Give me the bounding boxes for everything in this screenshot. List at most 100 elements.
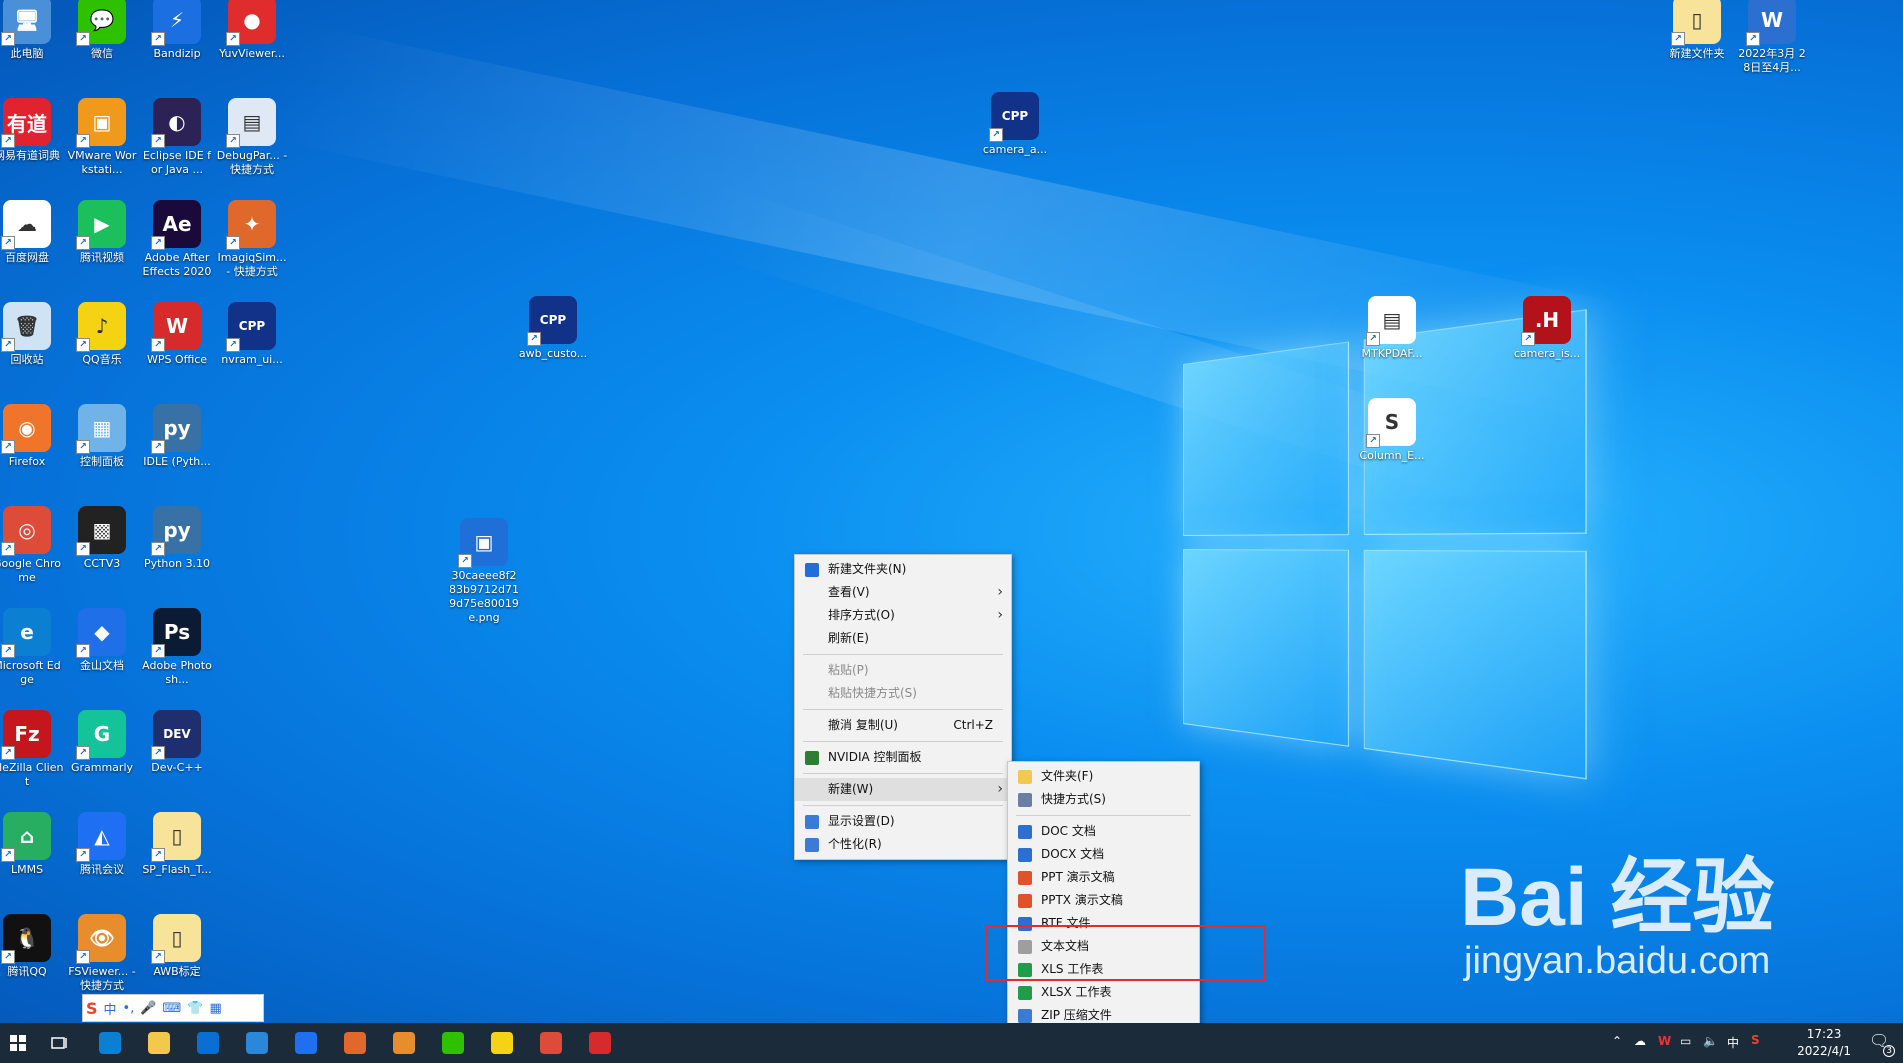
desktop-icon[interactable]: ⌂ ↗ LMMS (0, 812, 64, 877)
desktop-icon[interactable]: ✦ ↗ ImagiqSim... - 快捷方式 (215, 200, 289, 279)
desktop-icon[interactable]: 有道 ↗ 网易有道词典 (0, 98, 64, 163)
desktop-icon[interactable]: W ↗ WPS Office (140, 302, 214, 367)
context-menu-item[interactable]: 新建(W) › (795, 778, 1011, 801)
desktop-icon[interactable]: CPP ↗ camera_a... (978, 92, 1052, 157)
desktop-icon[interactable]: e ↗ Microsoft Edge (0, 608, 64, 687)
desktop-icon[interactable]: CPP ↗ awb_custo... (516, 296, 590, 361)
desktop-icon[interactable]: W ↗ 2022年3月 28日至4月... (1735, 0, 1809, 75)
volume-icon[interactable]: 🔈 (1703, 1034, 1718, 1048)
sogou-icon[interactable]: S (86, 999, 98, 1018)
taskbar-app-file-explorer[interactable] (141, 1027, 177, 1059)
clock[interactable]: 17:23 2022/4/1 (1797, 1026, 1851, 1060)
desktop-icon[interactable]: 🖥 ↗ 此电脑 (0, 0, 64, 61)
new-submenu-item[interactable]: 文件夹(F) (1008, 765, 1199, 788)
desktop-icon[interactable]: ◐ ↗ Eclipse IDE for Java ... (140, 98, 214, 177)
context-menu-item[interactable]: 新建文件夹(N) (795, 558, 1011, 581)
desktop-icon[interactable]: 💬 ↗ 微信 (65, 0, 139, 61)
desktop-icon[interactable]: py ↗ Python 3.10 (140, 506, 214, 571)
shortcut-arrow-icon: ↗ (76, 236, 90, 250)
desktop-icon[interactable]: ▶ ↗ 腾讯视频 (65, 200, 139, 265)
new-submenu-item[interactable]: PPT 演示文稿 (1008, 866, 1199, 889)
task-view-button[interactable] (42, 1027, 78, 1059)
skin-icon[interactable]: 👕 (187, 1001, 203, 1016)
desktop-icon[interactable]: S ↗ Column_E... (1355, 398, 1429, 463)
desktop-icon[interactable]: ◎↗Google Chrome (0, 506, 64, 585)
keyboard-icon[interactable]: ⌨ (163, 1001, 182, 1016)
desktop-icon[interactable]: ▯ ↗ 新建文件夹 (1660, 0, 1734, 61)
shortcut-arrow-icon: ↗ (226, 236, 240, 250)
network-icon[interactable]: ▭ (1680, 1034, 1691, 1048)
desktop-icon[interactable]: ◉ ↗ Firefox (0, 404, 64, 469)
new-submenu-item[interactable]: DOC 文档 (1008, 820, 1199, 843)
notification-center-button[interactable]: 🗨 3 (1869, 1031, 1895, 1057)
context-menu-label: 排序方式(O) (828, 608, 895, 622)
desktop-icon[interactable]: ▦ ↗ 控制面板 (65, 404, 139, 469)
context-menu-item[interactable]: 显示设置(D) (795, 810, 1011, 833)
desktop-icon[interactable]: py ↗ IDLE (Pyth... (140, 404, 214, 469)
desktop-icon[interactable]: Ps ↗ Adobe Photosh... (140, 608, 214, 687)
sogou-tray-icon[interactable]: S (1751, 1033, 1760, 1047)
baidu-watermark: Bai 经验 jingyan.baidu.com (1460, 855, 1774, 982)
desktop-icon[interactable]: ▤ ↗ DebugPar... - 快捷方式 (215, 98, 289, 177)
shortcut-arrow-icon: ↗ (151, 440, 165, 454)
desktop-icon[interactable]: ▯ ↗ SP_Flash_T... (140, 812, 214, 877)
desktop-icon[interactable]: G ↗ Grammarly (65, 710, 139, 775)
start-button[interactable] (0, 1027, 36, 1059)
desktop-icon[interactable]: ▣ ↗ VMware Workstati... (65, 98, 139, 177)
taskbar-app-pc-manager[interactable] (288, 1027, 324, 1059)
taskbar-app-chrome[interactable] (533, 1027, 569, 1059)
taskbar-app-wps[interactable] (582, 1027, 618, 1059)
ime-toolbar[interactable]: S 中 •, 🎤 ⌨ 👕 ▦ (82, 994, 264, 1022)
context-menu-item[interactable]: 粘贴快捷方式(S) (795, 682, 1011, 705)
desktop-icon-label: MTKPDAF... (1361, 347, 1423, 360)
desktop-icon[interactable]: ● ↗ YuvViewer... (215, 0, 289, 61)
desktop-icon[interactable]: Ae ↗ Adobe After Effects 2020 (140, 200, 214, 279)
new-submenu-item[interactable]: XLSX 工作表 (1008, 981, 1199, 1004)
new-submenu-item[interactable]: 快捷方式(S) (1008, 788, 1199, 811)
context-menu-item[interactable]: 排序方式(O) › (795, 604, 1011, 627)
new-submenu-item[interactable]: PPTX 演示文稿 (1008, 889, 1199, 912)
tray-overflow-icon[interactable]: ⌃ (1612, 1034, 1622, 1048)
desktop-icon[interactable]: ⚡ ↗ Bandizip (140, 0, 214, 61)
microphone-icon[interactable]: 🎤 (140, 1001, 156, 1016)
desktop-icon[interactable]: 🐧 ↗ 腾讯QQ (0, 914, 64, 979)
new-submenu-item[interactable]: DOCX 文档 (1008, 843, 1199, 866)
toolbox-icon[interactable]: ▦ (210, 1001, 222, 1016)
desktop-icon[interactable]: CPP ↗ nvram_ui... (215, 302, 289, 367)
desktop-icon[interactable]: Fz↗FileZilla Client (0, 710, 64, 789)
taskbar-app-store[interactable] (190, 1027, 226, 1059)
taskbar-app-qq-music[interactable] (484, 1027, 520, 1059)
ime-mode[interactable]: 中 (104, 999, 117, 1018)
context-menu-item[interactable]: NVIDIA 控制面板 (795, 746, 1011, 769)
desktop-icon[interactable]: ☁ ↗ 百度网盘 (0, 200, 64, 265)
taskbar-app-edge[interactable] (92, 1027, 128, 1059)
desktop-icon[interactable]: ◆ ↗ 金山文档 (65, 608, 139, 673)
context-menu-item[interactable]: 个性化(R) (795, 833, 1011, 856)
taskbar-app-fsviewer[interactable] (386, 1027, 422, 1059)
desktop-icon[interactable]: ▯ ↗ AWB标定 (140, 914, 214, 979)
desktop-icon[interactable]: ▤ ↗ MTKPDAF... (1355, 296, 1429, 361)
taskbar-app-mail[interactable] (239, 1027, 275, 1059)
context-menu-item[interactable]: 撤消 复制(U) Ctrl+Z (795, 714, 1011, 737)
wps-tray-icon[interactable]: W (1658, 1034, 1671, 1048)
desktop-icon[interactable]: ▣ ↗ 30caeee8f2 83b9712d71 9d75e80019 e.png (447, 518, 521, 625)
tray-ime-indicator[interactable]: 中 (1727, 1034, 1739, 1051)
onedrive-icon[interactable]: ☁ (1634, 1034, 1646, 1048)
desktop-icon[interactable]: ▩ ↗ CCTV3 (65, 506, 139, 571)
desktop-icon-label: VMware Workstati... (67, 149, 137, 176)
desktop-icon[interactable]: ◭ ↗ 腾讯会议 (65, 812, 139, 877)
taskbar-app-wechat[interactable] (435, 1027, 471, 1059)
shortcut-arrow-icon: ↗ (1671, 32, 1685, 46)
desktop-icon-label: 回收站 (10, 353, 44, 366)
desktop-icon[interactable]: .H ↗ camera_is... (1510, 296, 1584, 361)
app-icon: py ↗ (151, 404, 201, 454)
context-menu-item[interactable]: 粘贴(P) (795, 659, 1011, 682)
desktop-icon[interactable]: 🗑 ↗ 回收站 (0, 302, 64, 367)
desktop-icon[interactable]: DEV ↗ Dev-C++ (140, 710, 214, 775)
desktop-icon[interactable]: ♪ ↗ QQ音乐 (65, 302, 139, 367)
desktop-icon[interactable]: 👁 ↗ FSViewer... - 快捷方式 (65, 914, 139, 993)
taskbar-app-imagiq[interactable] (337, 1027, 373, 1059)
punctuation-icon[interactable]: •, (123, 1001, 135, 1016)
context-menu-item[interactable]: 刷新(E) (795, 627, 1011, 650)
context-menu-item[interactable]: 查看(V) › (795, 581, 1011, 604)
